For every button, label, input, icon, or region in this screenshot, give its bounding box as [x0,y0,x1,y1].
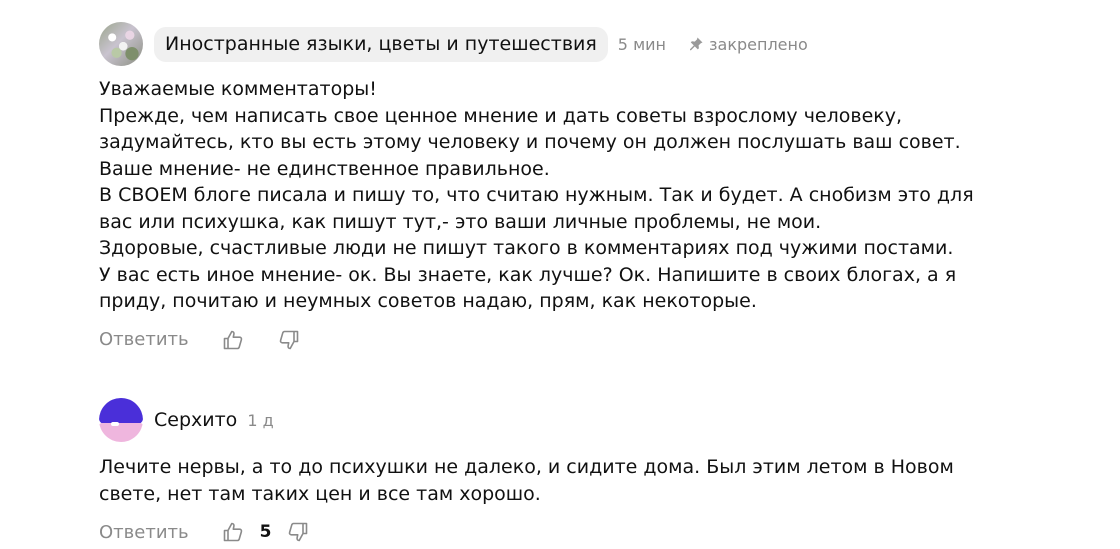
dislike-button[interactable] [287,521,309,543]
comment-text: Лечите нервы, а то до психушки не далеко… [99,456,954,505]
comment-time: 1 д [247,410,274,430]
pinned-label: закреплено [709,34,808,54]
comment: Серхито 1 д Лечите нервы, а то до психуш… [99,398,1100,543]
pinned-badge: закреплено [688,35,808,54]
dislike-button[interactable] [278,329,300,351]
comment-time: 5 мин [617,34,666,54]
like-button[interactable] [222,521,244,543]
comment-actions: Ответить 5 [99,521,1100,543]
author-name-chip[interactable]: Иностранные языки, цветы и путешествия [154,26,608,62]
thumbs-up-icon [223,522,242,542]
avatar-shape-dot [111,422,119,426]
author-avatar[interactable] [99,398,143,442]
pin-icon [690,37,703,51]
like-button[interactable] [222,329,244,351]
thumbs-up-icon [223,330,242,349]
thumbs-down-icon [279,330,298,349]
thumbs-down-icon [289,522,308,542]
reply-button[interactable]: Ответить [99,522,189,543]
comment-text: Уважаемые комментаторы! Прежде, чем напи… [99,78,974,312]
like-count: 5 [259,522,272,542]
comment-actions: Ответить [99,329,1100,351]
author-name[interactable]: Серхито [154,409,237,431]
avatar-shape-top [99,398,143,424]
comment-header: Иностранные языки, цветы и путешествия 5… [99,22,1100,66]
comment-pinned: Иностранные языки, цветы и путешествия 5… [99,22,1100,351]
comment-header: Серхито 1 д [99,398,1100,442]
author-avatar[interactable] [99,22,143,66]
avatar-shape-bottom [99,423,143,442]
reply-button[interactable]: Ответить [99,329,189,350]
